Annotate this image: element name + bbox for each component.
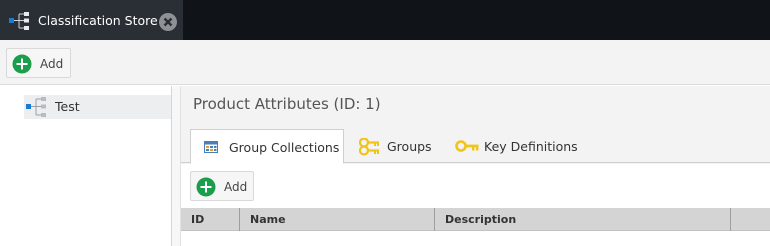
- add-collection-button[interactable]: Add: [190, 171, 254, 201]
- tab-key-definitions-label: Key Definitions: [484, 139, 578, 154]
- column-header-name[interactable]: Name: [240, 208, 435, 231]
- detail-panel: Product Attributes (ID: 1) Group Collect…: [181, 86, 770, 246]
- tree-item-test[interactable]: Test: [24, 95, 171, 119]
- tab-classification-store[interactable]: Classification Store: [0, 0, 183, 40]
- main-toolbar: Add: [0, 40, 770, 85]
- grid-icon: [204, 141, 218, 156]
- keys-icon: [358, 137, 383, 159]
- grid-toolbar: Add: [181, 164, 770, 208]
- detail-tabs: Group Collections Groups Key Definitions: [181, 129, 770, 164]
- tab-bar: Classification Store: [0, 0, 770, 40]
- tab-groups-label: Groups: [387, 139, 432, 154]
- tree-icon: [9, 12, 31, 33]
- plus-icon: [196, 177, 216, 200]
- add-collection-label: Add: [224, 180, 248, 194]
- tree-icon: [26, 97, 48, 120]
- panel-splitter[interactable]: [172, 86, 181, 246]
- tree-item-label: Test: [55, 99, 80, 114]
- column-header-label: Description: [445, 213, 517, 226]
- grid-body: [181, 231, 770, 246]
- grid-header: ID Name Description: [181, 208, 770, 231]
- tab-key-definitions[interactable]: Key Definitions: [453, 129, 583, 163]
- add-button[interactable]: Add: [6, 48, 71, 78]
- plus-icon: [12, 54, 32, 77]
- tab-title: Classification Store: [38, 13, 158, 28]
- close-icon[interactable]: [159, 13, 177, 31]
- tree-panel: Test: [0, 86, 172, 246]
- page-title: Product Attributes (ID: 1): [193, 95, 381, 113]
- tab-groups[interactable]: Groups: [355, 129, 445, 163]
- tab-group-collections[interactable]: Group Collections: [190, 129, 344, 164]
- column-header-description[interactable]: Description: [435, 208, 731, 231]
- add-button-label: Add: [40, 57, 64, 71]
- tab-group-collections-label: Group Collections: [229, 140, 340, 155]
- column-header-id[interactable]: ID: [181, 208, 240, 231]
- column-header-label: Name: [250, 213, 286, 226]
- key-icon: [455, 139, 481, 156]
- column-header-label: ID: [191, 213, 205, 226]
